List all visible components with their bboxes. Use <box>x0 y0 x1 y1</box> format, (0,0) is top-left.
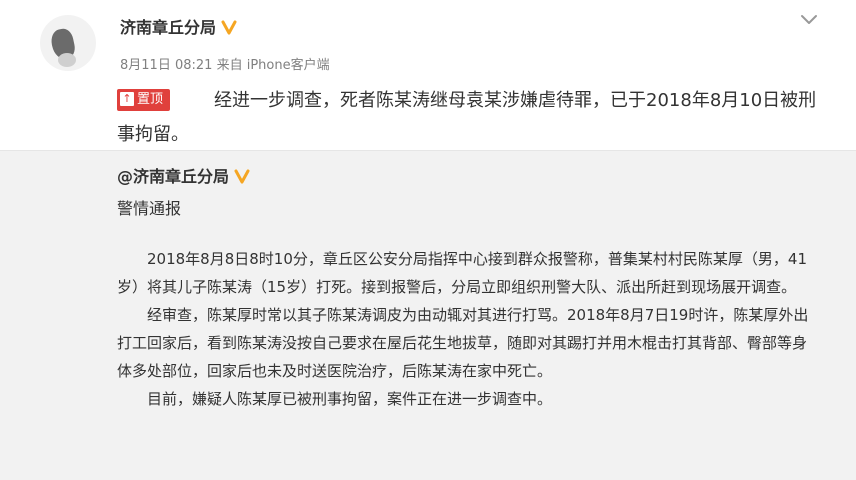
repost-author-name[interactable]: @济南章丘分局 <box>117 167 229 186</box>
repost-paragraph: 目前，嫌疑人陈某厚已被刑事拘留，案件正在进一步调查中。 <box>147 390 553 408</box>
post-content: ↑ 置顶 经进一步调查，死者陈某涛继母袁某涉嫌虐待罪，已于2018年8月10日被刑事… <box>117 84 827 152</box>
chevron-down-icon[interactable] <box>798 10 820 30</box>
post-source[interactable]: iPhone客户端 <box>247 58 330 73</box>
verified-badge-icon <box>221 20 237 35</box>
verified-badge-icon <box>234 169 250 184</box>
post-author-name[interactable]: 济南章丘分局 <box>120 18 216 37</box>
repost-title: 警情通报 <box>117 199 182 218</box>
repost-author[interactable]: @济南章丘分局 <box>117 163 250 187</box>
repost-paragraph: 经审查，陈某厚时常以其子陈某涛调皮为由动辄对其进行打骂。2018年8月7日19时… <box>117 306 809 380</box>
pin-icon: ↑ <box>120 92 134 106</box>
weibo-post: 济南章丘分局 8月11日 08:21 来自 iPhone客户端 ↑ 置顶 经进一步调… <box>0 0 856 150</box>
post-author[interactable]: 济南章丘分局 <box>120 14 237 38</box>
repost-card[interactable]: @济南章丘分局 警情通报 2018年8月8日8时10分，章丘区公安分局指挥中心接… <box>0 151 856 480</box>
repost-paragraph: 2018年8月8日8时10分，章丘区公安分局指挥中心接到群众报警称，普集某村村民… <box>117 250 807 296</box>
post-timestamp[interactable]: 8月11日 08:21 <box>120 58 212 73</box>
repost-body: 2018年8月8日8时10分，章丘区公安分局指挥中心接到群众报警称，普集某村村民… <box>117 245 817 413</box>
avatar[interactable] <box>40 15 96 71</box>
post-text: 经进一步调查，死者陈某涛继母袁某涉嫌虐待罪，已于2018年8月10日被刑事拘留。 <box>117 90 817 145</box>
pinned-label: 置顶 <box>137 92 164 107</box>
pinned-badge: ↑ 置顶 <box>117 89 171 111</box>
post-meta: 8月11日 08:21 来自 iPhone客户端 <box>120 54 330 73</box>
post-source-prefix: 来自 <box>216 58 243 73</box>
